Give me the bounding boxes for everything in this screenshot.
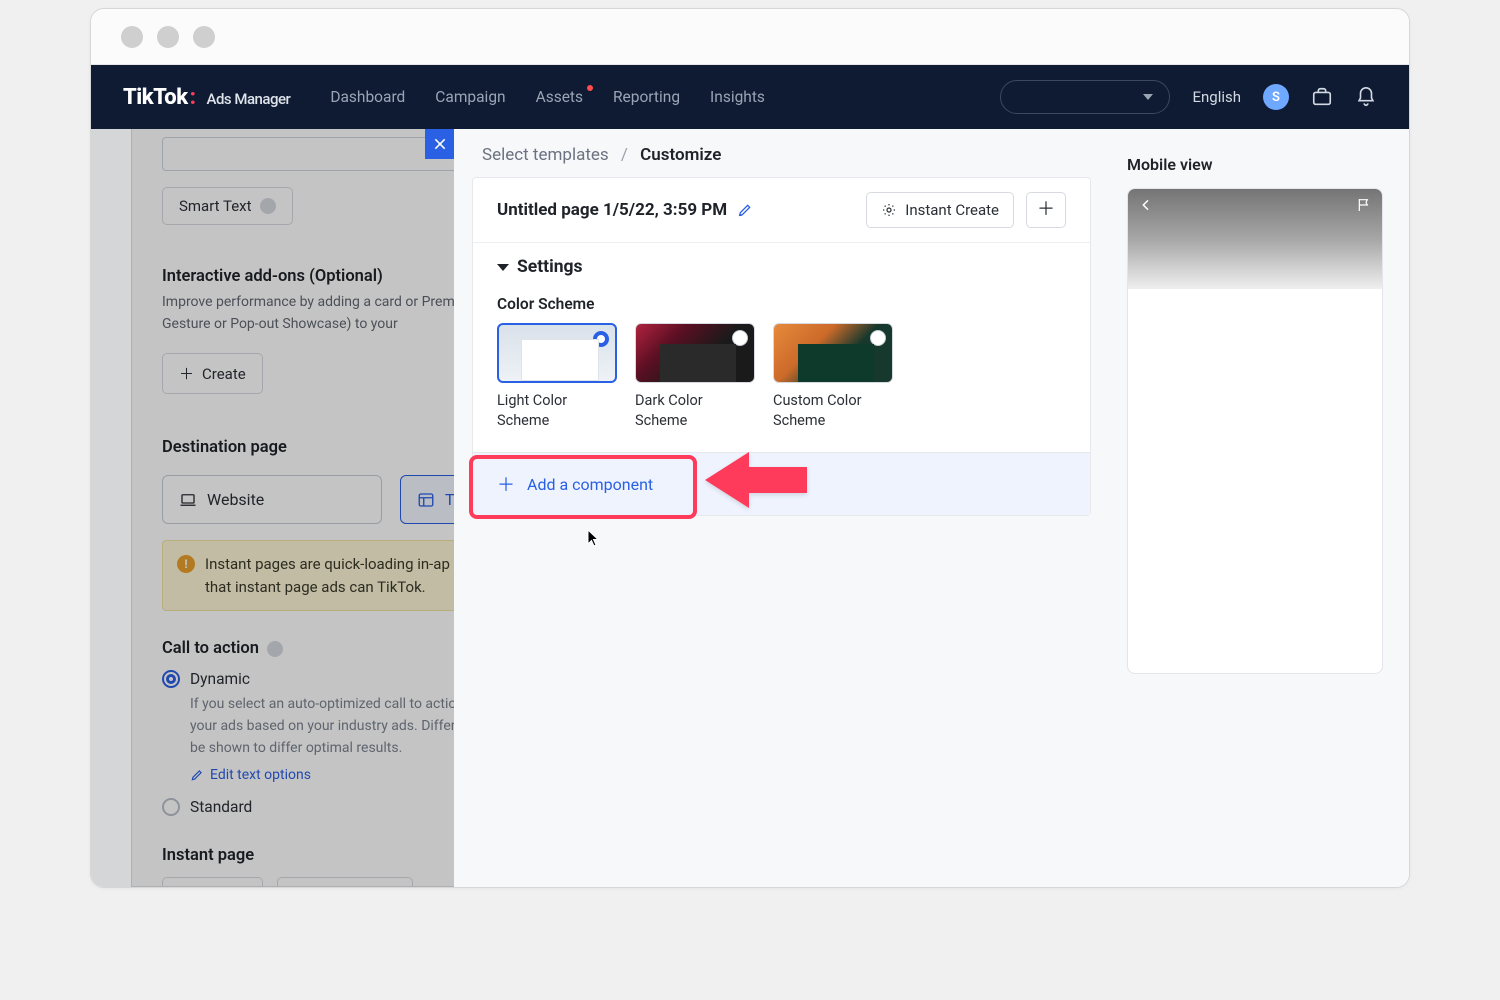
annotation-arrow bbox=[701, 445, 811, 515]
settings-label: Settings bbox=[517, 257, 583, 277]
traffic-light-close[interactable] bbox=[121, 26, 143, 48]
radio-off-icon bbox=[870, 330, 886, 346]
user-avatar[interactable]: S bbox=[1263, 84, 1289, 110]
settings-section-toggle[interactable]: Settings bbox=[497, 257, 1066, 277]
nav-campaign[interactable]: Campaign bbox=[435, 88, 505, 106]
main-nav: Dashboard Campaign Assets Reporting Insi… bbox=[330, 88, 765, 106]
breadcrumb-current: Customize bbox=[640, 145, 721, 165]
nav-assets[interactable]: Assets bbox=[536, 88, 583, 106]
breadcrumb-separator: / bbox=[621, 145, 628, 165]
close-icon bbox=[432, 136, 448, 152]
caret-down-icon bbox=[497, 264, 509, 271]
preview-title: Mobile view bbox=[1127, 155, 1391, 174]
customize-drawer: Select templates / Customize Untitled pa… bbox=[454, 129, 1409, 887]
close-drawer-button[interactable] bbox=[425, 129, 455, 159]
briefcase-icon[interactable] bbox=[1311, 86, 1333, 108]
color-scheme-dark[interactable]: Dark Color Scheme bbox=[635, 323, 755, 430]
preview-column: Mobile view bbox=[1109, 129, 1409, 887]
add-component-label: Add a component bbox=[527, 475, 653, 494]
page-title: Untitled page 1/5/22, 3:59 PM bbox=[497, 200, 727, 220]
bell-icon[interactable] bbox=[1355, 86, 1377, 108]
breadcrumb: Select templates / Customize bbox=[454, 129, 1109, 177]
instant-create-button[interactable]: Instant Create bbox=[866, 192, 1014, 228]
workspace: Smart Text Interactive add-ons (Optional… bbox=[91, 129, 1409, 887]
flag-icon[interactable] bbox=[1356, 197, 1372, 213]
traffic-light-min[interactable] bbox=[157, 26, 179, 48]
traffic-light-max[interactable] bbox=[193, 26, 215, 48]
nav-reporting[interactable]: Reporting bbox=[613, 88, 680, 106]
window-titlebar bbox=[91, 9, 1409, 65]
logo-subtext: Ads Manager bbox=[207, 90, 291, 108]
back-icon[interactable] bbox=[1138, 197, 1154, 213]
plus-icon: ＋ bbox=[497, 471, 515, 497]
color-scheme-title: Color Scheme bbox=[497, 295, 1066, 313]
logo-text: TikTok bbox=[123, 85, 188, 110]
radio-on-icon bbox=[593, 331, 609, 347]
scheme-custom-label: Custom Color Scheme bbox=[773, 391, 893, 430]
edit-title-button[interactable] bbox=[737, 202, 753, 218]
browser-window: TikTok: Ads Manager Dashboard Campaign A… bbox=[90, 8, 1410, 888]
add-card-button[interactable]: ＋ bbox=[1026, 192, 1066, 228]
account-selector[interactable] bbox=[1000, 80, 1170, 114]
magic-wand-icon bbox=[881, 202, 897, 218]
radio-off-icon bbox=[732, 330, 748, 346]
nav-dashboard[interactable]: Dashboard bbox=[330, 88, 405, 106]
language-switch[interactable]: English bbox=[1192, 88, 1241, 106]
instant-create-label: Instant Create bbox=[905, 201, 999, 219]
mouse-cursor-icon bbox=[587, 529, 601, 547]
breadcrumb-prev[interactable]: Select templates bbox=[482, 145, 609, 165]
scheme-dark-label: Dark Color Scheme bbox=[635, 391, 755, 430]
app-logo: TikTok: Ads Manager bbox=[123, 85, 290, 110]
header-right: English S bbox=[1000, 80, 1377, 114]
color-scheme-custom[interactable]: Custom Color Scheme bbox=[773, 323, 893, 430]
plus-icon: ＋ bbox=[1037, 201, 1055, 219]
scheme-light-label: Light Color Scheme bbox=[497, 391, 617, 430]
nav-insights[interactable]: Insights bbox=[710, 88, 765, 106]
color-scheme-light[interactable]: Light Color Scheme bbox=[497, 323, 617, 430]
modal-backdrop bbox=[91, 129, 454, 887]
pencil-icon bbox=[737, 202, 753, 218]
app-header: TikTok: Ads Manager Dashboard Campaign A… bbox=[91, 65, 1409, 129]
mobile-preview-frame bbox=[1127, 188, 1383, 674]
